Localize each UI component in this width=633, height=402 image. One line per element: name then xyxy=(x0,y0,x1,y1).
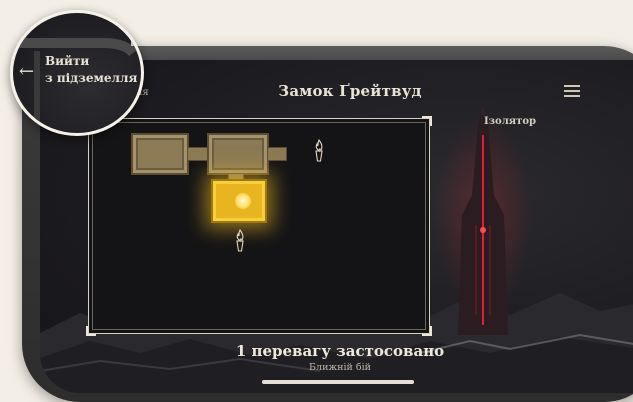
torch-icon[interactable] xyxy=(312,139,326,163)
hamburger-icon[interactable] xyxy=(564,85,580,97)
page-title: Замок Ґрейтвуд xyxy=(278,82,422,100)
dungeon-map xyxy=(86,116,432,336)
map-room[interactable] xyxy=(207,133,269,175)
tower-label: Ізолятор xyxy=(484,116,537,127)
home-indicator[interactable] xyxy=(262,380,414,384)
map-room[interactable] xyxy=(131,133,189,175)
perk-status: 1 перевагу застосовано xyxy=(235,342,445,360)
map-corridor xyxy=(187,147,209,161)
map-corridor xyxy=(267,147,287,161)
back-arrow-icon[interactable]: ← xyxy=(19,63,34,81)
exit-label-line1: Вийти xyxy=(45,54,90,68)
map-corner xyxy=(422,116,432,126)
exit-dungeon-button[interactable]: Вийти з підземелля xyxy=(45,53,137,87)
current-room[interactable] xyxy=(211,179,267,223)
torch-icon[interactable] xyxy=(233,229,247,253)
zoom-magnifier: ← Вийти з підземелля xyxy=(10,10,144,136)
room-glow xyxy=(235,193,251,209)
exit-label-line2: з підземелля xyxy=(45,71,138,85)
map-corner xyxy=(86,326,96,336)
map-corner xyxy=(422,326,432,336)
perk-category[interactable]: Ближній бій xyxy=(240,362,440,373)
isolator-tower[interactable] xyxy=(428,105,538,335)
